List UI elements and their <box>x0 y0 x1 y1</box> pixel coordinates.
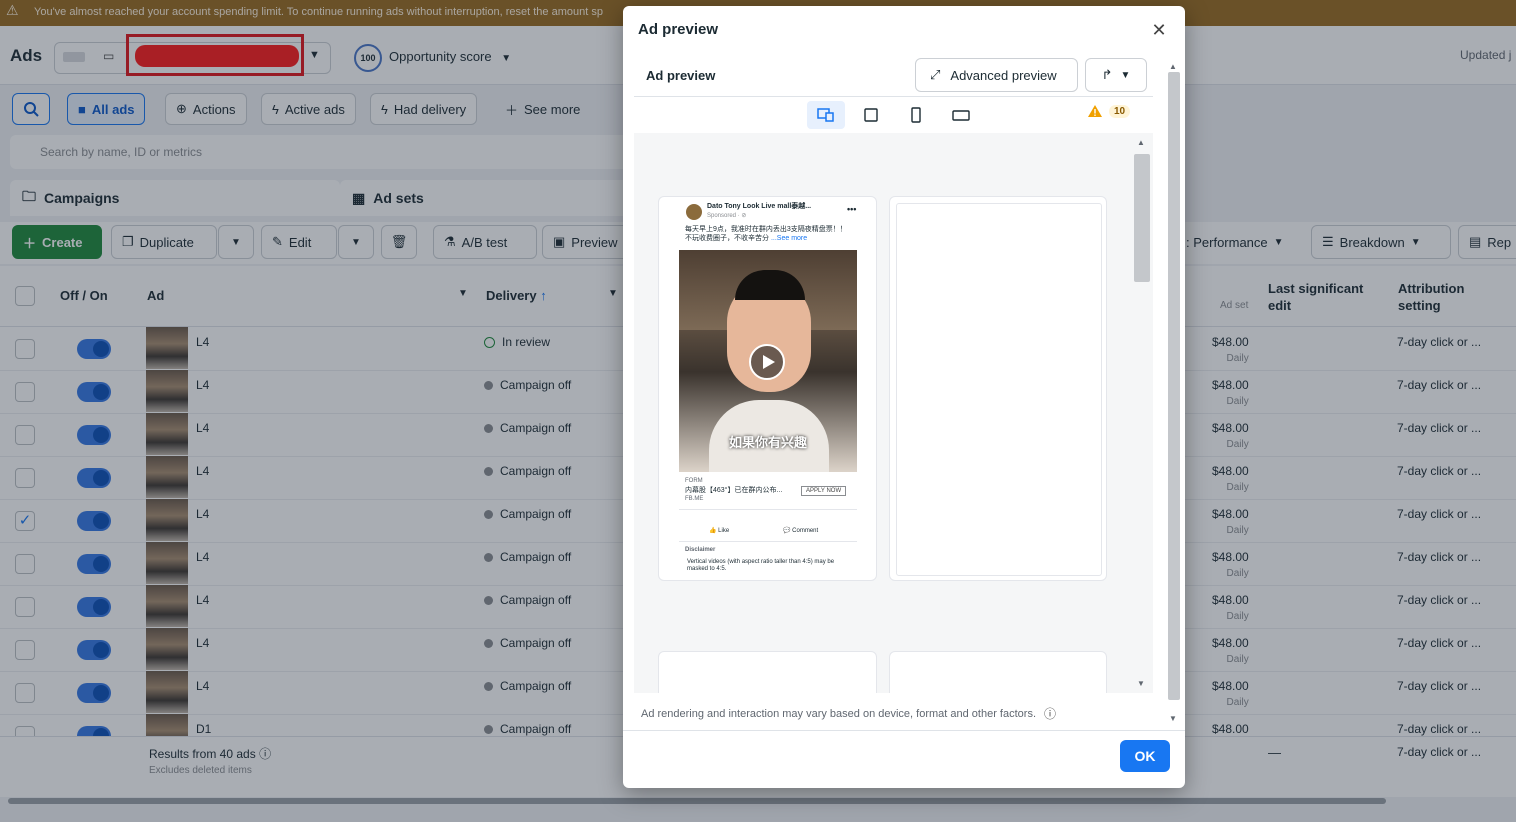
placement-preview-card[interactable] <box>658 651 877 693</box>
avatar <box>686 204 702 220</box>
dialog-scrollbar-thumb[interactable] <box>1168 72 1180 700</box>
disclaimer-title: Disclaimer <box>685 547 716 553</box>
divider <box>634 96 1153 97</box>
device-all-placements[interactable] <box>807 101 845 129</box>
comment-label: Comment <box>792 528 819 534</box>
placement-preview-card[interactable] <box>889 651 1107 693</box>
feed-preview-card[interactable]: Dato Tony Look Live mall泰越... Sponsored … <box>658 196 877 581</box>
post-sponsored: Sponsored · ⊘ <box>707 213 747 219</box>
phone-icon <box>911 107 921 123</box>
apply-now-button[interactable]: APPLY NOW <box>801 486 847 496</box>
cta-label: FORM <box>685 478 703 484</box>
scroll-down-icon[interactable]: ▼ <box>1137 679 1145 688</box>
dialog-footer-divider <box>623 730 1185 731</box>
landscape-icon <box>952 110 970 121</box>
post-video[interactable]: 如果你有兴趣 <box>679 250 857 472</box>
comment-icon: 💬 <box>783 528 791 534</box>
info-icon[interactable]: ⓘ <box>1044 705 1056 722</box>
device-vertical[interactable] <box>897 101 935 129</box>
post-body-text: 每天早上9点，我准时在群内丢出3支隔夜精盘票！！不玩收费圈子，不收辛苦分 <box>685 226 847 242</box>
comment-button[interactable]: 💬 Comment <box>783 527 818 536</box>
preview-panel: Ad preview ⤢ Advanced preview ↱ ▼ 10 Dat… <box>634 52 1153 732</box>
see-more-link[interactable]: ...See more <box>771 235 807 242</box>
like-label: Like <box>718 528 730 534</box>
share-icon: ↱ <box>1101 67 1113 82</box>
play-button[interactable] <box>749 344 785 380</box>
post-body: 每天早上9点，我准时在群内丢出3支隔夜精盘票！！不玩收费圈子，不收辛苦分 ...… <box>685 225 853 243</box>
warning-count: 10 <box>1109 104 1131 118</box>
close-icon: ✕ <box>1151 20 1167 40</box>
placement-preview-card[interactable] <box>889 196 1107 581</box>
like-button[interactable]: 👍 Like <box>709 527 729 536</box>
rendering-notice-text: Ad rendering and interaction may vary ba… <box>641 707 1036 720</box>
disclaimer-text: Vertical videos (with aspect ratio talle… <box>687 559 835 572</box>
more-icon[interactable]: ••• <box>847 204 856 214</box>
advanced-preview-button[interactable]: ⤢ Advanced preview <box>915 58 1078 92</box>
rendering-notice: Ad rendering and interaction may vary ba… <box>641 705 1056 722</box>
warning-icon <box>1088 105 1102 117</box>
post-page-name: Dato Tony Look Live mall泰越... <box>707 203 812 210</box>
expand-icon: ⤢ <box>930 67 941 82</box>
share-button[interactable]: ↱ ▼ <box>1085 58 1147 92</box>
warnings-indicator[interactable]: 10 <box>1087 104 1131 118</box>
post-divider <box>679 509 857 510</box>
video-caption: 如果你有兴趣 <box>728 435 807 450</box>
play-icon <box>763 355 775 369</box>
preview-scrollbar-thumb[interactable] <box>1134 154 1150 282</box>
advanced-preview-label: Advanced preview <box>950 67 1057 83</box>
square-icon <box>864 108 878 122</box>
scroll-down-icon[interactable]: ▼ <box>1169 714 1177 723</box>
placement-frame <box>896 203 1102 576</box>
device-square[interactable] <box>852 101 890 129</box>
scroll-up-icon[interactable]: ▲ <box>1169 62 1177 71</box>
scroll-up-icon[interactable]: ▲ <box>1137 138 1145 147</box>
dialog-title: Ad preview <box>638 21 719 38</box>
ok-button[interactable]: OK <box>1120 740 1170 772</box>
close-button[interactable]: ✕ <box>1149 20 1169 40</box>
thumbs-up-icon: 👍 <box>709 528 717 534</box>
cta-domain: FB.ME <box>685 496 704 502</box>
cta-title: 内幕股【463°】已在群内公布... <box>685 487 783 494</box>
chevron-down-icon: ▼ <box>1120 69 1131 81</box>
preview-subtitle: Ad preview <box>646 68 716 83</box>
preview-canvas: Dato Tony Look Live mall泰越... Sponsored … <box>634 133 1153 693</box>
post-divider <box>679 541 857 542</box>
ad-preview-dialog: Ad preview ✕ Ad preview ⤢ Advanced previe… <box>623 6 1185 788</box>
multi-device-icon <box>817 108 834 122</box>
device-horizontal[interactable] <box>942 101 980 129</box>
